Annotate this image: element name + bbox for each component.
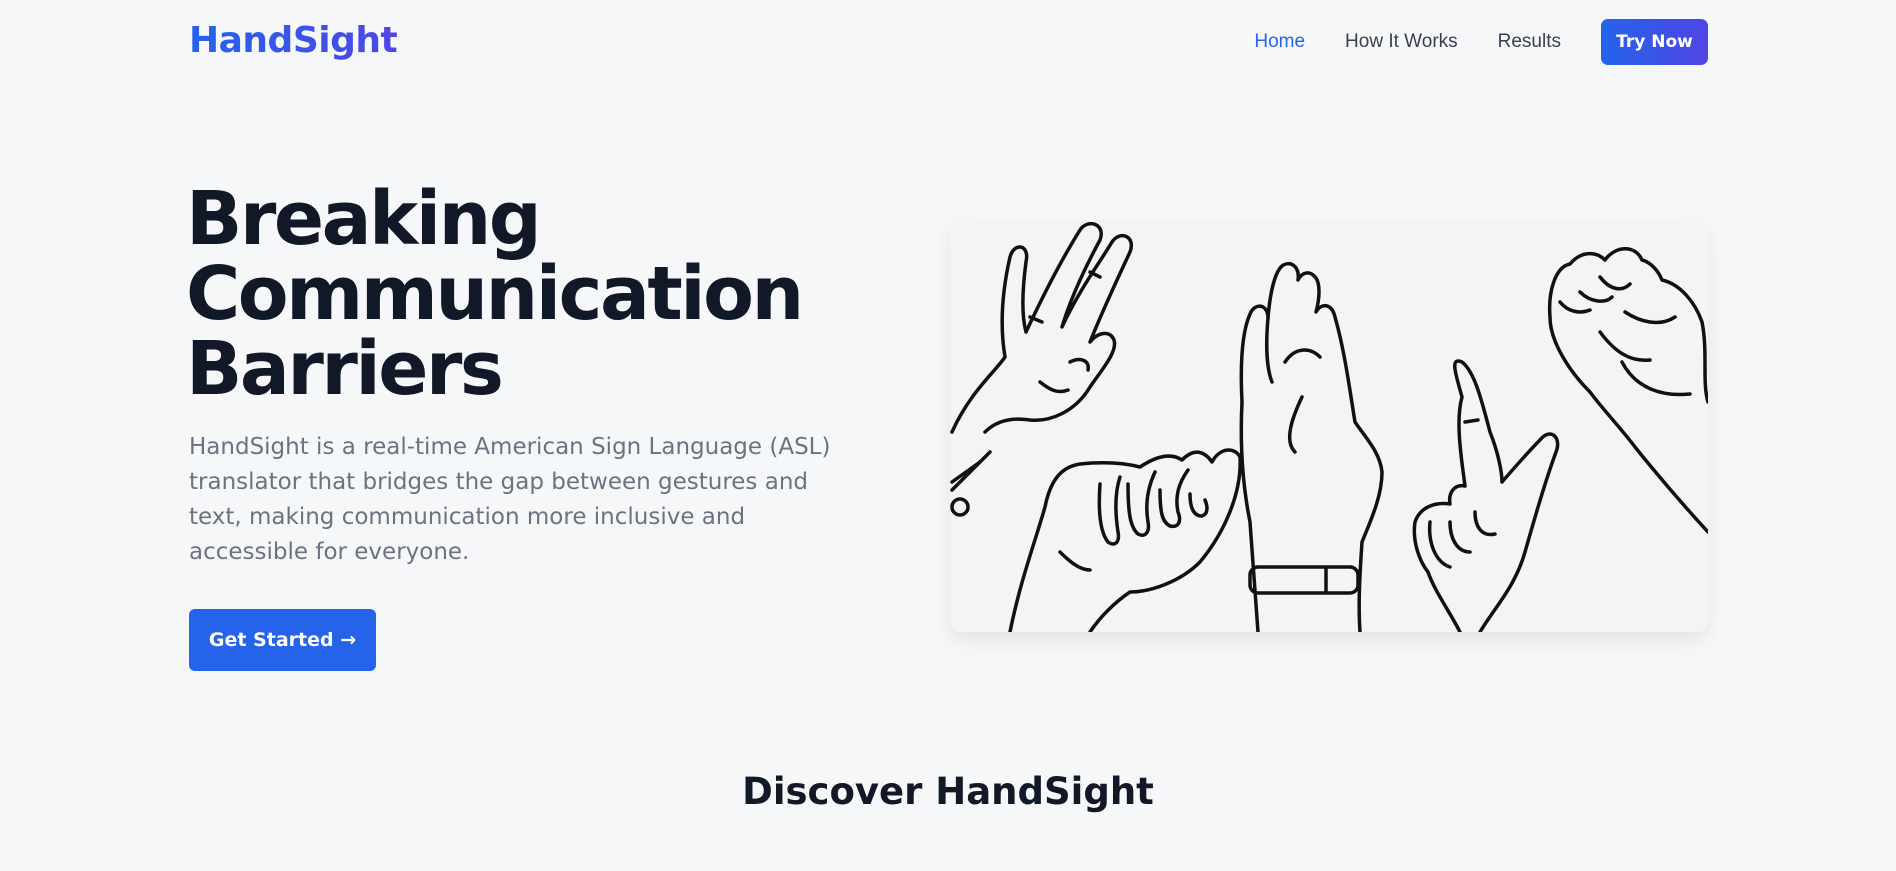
hero-description: HandSight is a real-time American Sign L…: [189, 434, 831, 565]
discover-section-title: Discover HandSight: [742, 770, 1154, 813]
try-now-button[interactable]: Try Now: [1601, 19, 1708, 65]
asl-hands-illustration: [950, 222, 1708, 632]
brand-logo[interactable]: HandSight: [189, 20, 398, 61]
hero-title-line: Breaking: [186, 176, 542, 262]
nav-link-home[interactable]: Home: [1254, 31, 1305, 53]
get-started-button[interactable]: Get Started →: [189, 609, 376, 671]
top-navbar: HandSight Home How It Works Results Try …: [0, 0, 1896, 86]
nav-link-results[interactable]: Results: [1498, 31, 1561, 53]
hero-title-line: Communication: [186, 251, 804, 337]
hand-fist: [1547, 247, 1708, 534]
hand-v-sign: [950, 222, 1134, 517]
hero-title-line: Barriers: [186, 326, 504, 412]
nav-link-how-it-works[interactable]: How It Works: [1345, 31, 1458, 53]
hand-pointing: [1412, 359, 1560, 632]
nav-links: Home How It Works Results Try Now: [1254, 19, 1708, 65]
hand-flat: [1239, 261, 1384, 632]
hero-title: Breaking Communication Barriers: [186, 182, 826, 407]
hand-cupped: [1008, 448, 1242, 632]
